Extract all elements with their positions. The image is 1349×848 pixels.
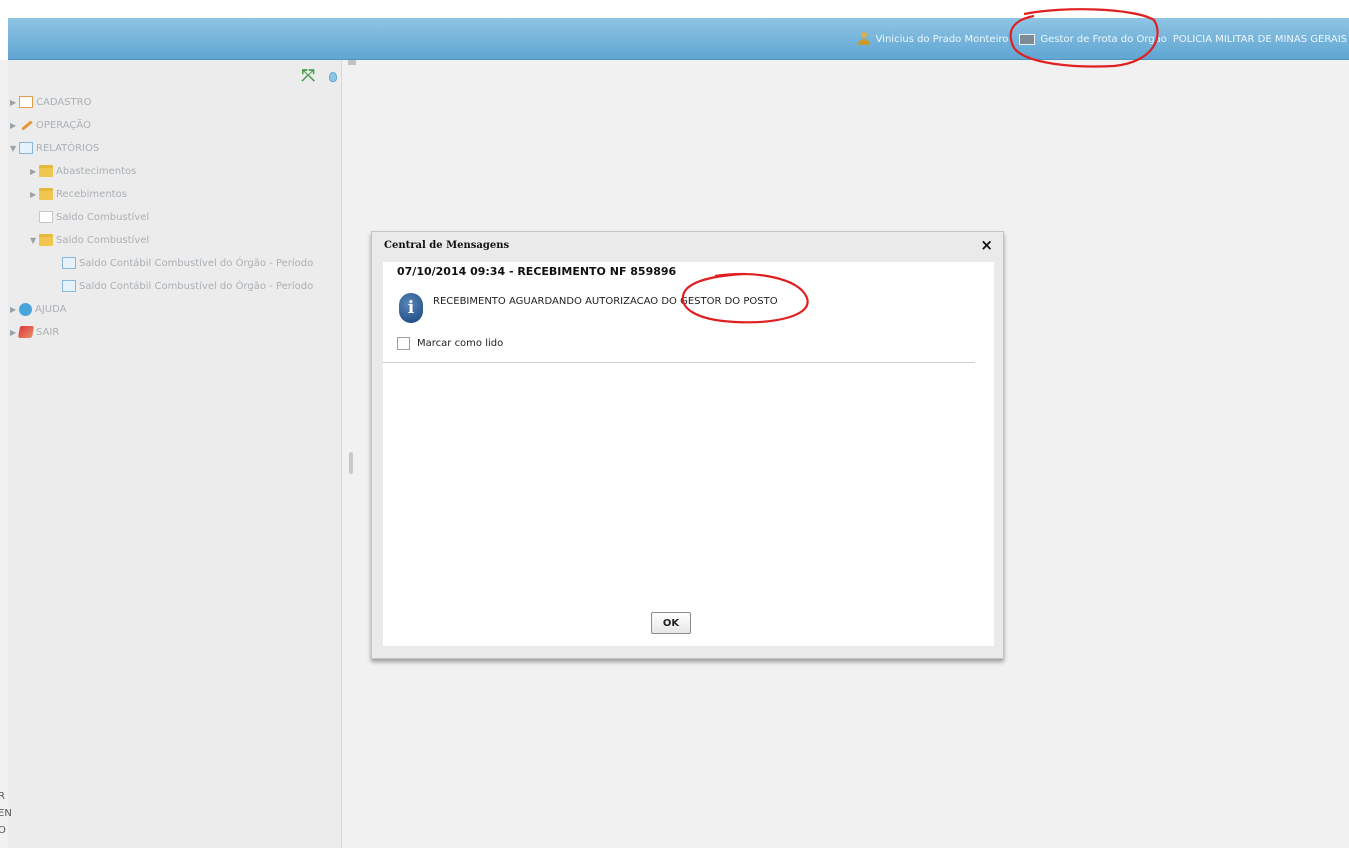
message-text: RECEBIMENTO AGUARDANDO AUTORIZACAO DO GE…	[433, 296, 778, 307]
report-icon	[62, 257, 76, 269]
tree-item-relatorios[interactable]: ▼ RELATÓRIOS	[10, 138, 99, 158]
tree-item-ajuda[interactable]: ▶ AJUDA	[10, 299, 66, 319]
checkbox-label[interactable]: Marcar como lido	[417, 338, 503, 349]
expand-collapse-icon[interactable]: ⤧	[301, 68, 315, 85]
tree-item-label: CADASTRO	[36, 96, 92, 108]
message-header: 07/10/2014 09:34 - RECEBIMENTO NF 859896	[397, 265, 677, 278]
divider	[383, 362, 975, 363]
panel-splitter[interactable]	[348, 60, 356, 848]
document-icon	[19, 96, 33, 108]
top-header-bar: Vinicius do Prado Monteiro Gestor de Fro…	[8, 18, 1349, 60]
tree-item-label: Abastecimentos	[56, 165, 137, 177]
tree-item-label: Saldo Combustível	[56, 234, 150, 246]
expand-arrow-icon[interactable]: ▶	[10, 121, 19, 130]
folder-icon	[39, 165, 53, 177]
exit-icon	[17, 326, 35, 338]
tree-item-cadastro[interactable]: ▶ CADASTRO	[10, 92, 91, 112]
info-icon: i	[399, 293, 423, 323]
expand-arrow-icon[interactable]: ▶	[10, 98, 19, 107]
tree-item-saldo-combustivel-folder[interactable]: ▼ Saldo Combustível	[30, 230, 149, 250]
clipped-edge-text: R EN O	[0, 788, 12, 839]
tree-item-label: SAIR	[36, 326, 60, 338]
clipped-text-line: O	[0, 825, 6, 836]
close-icon[interactable]: ×	[980, 236, 993, 254]
user-icon	[857, 32, 871, 46]
report-icon	[62, 280, 76, 292]
collapse-arrow-icon[interactable]: ▼	[30, 236, 39, 245]
tree-item-abastecimentos[interactable]: ▶ Abastecimentos	[30, 161, 136, 181]
collapse-arrow-icon[interactable]: ▼	[10, 144, 19, 153]
clipped-text-line: EN	[0, 808, 12, 819]
tree-item-saldo-contabil-2[interactable]: Saldo Contábil Combustível do Órgão - Pe…	[62, 276, 313, 296]
tree-item-label: OPERAÇÃO	[36, 119, 91, 131]
splitter-grip[interactable]	[349, 452, 353, 474]
ok-button[interactable]: OK	[651, 612, 691, 634]
user-info-area: Vinicius do Prado Monteiro Gestor de Fro…	[857, 18, 1349, 60]
tree-item-label: Recebimentos	[56, 188, 127, 200]
mark-as-read-checkbox[interactable]: Marcar como lido	[397, 337, 503, 350]
pin-icon[interactable]	[329, 71, 337, 82]
tree-item-label: Saldo Contábil Combustível do Órgão - Pe…	[79, 257, 314, 269]
tree-item-label: AJUDA	[35, 303, 67, 315]
document-icon	[39, 211, 53, 223]
splitter-top-handle[interactable]	[348, 60, 356, 65]
tree-item-saldo-contabil-1[interactable]: Saldo Contábil Combustível do Órgão - Pe…	[62, 253, 313, 273]
wrench-icon	[19, 119, 33, 131]
user-role[interactable]: Gestor de Frota do Orgão	[1040, 34, 1166, 45]
tree-item-label: Saldo Combustível	[56, 211, 150, 223]
checkbox-box[interactable]	[397, 337, 410, 350]
tree-item-sair[interactable]: ▶ SAIR	[10, 322, 59, 342]
expand-arrow-icon[interactable]: ▶	[30, 167, 39, 176]
tree-item-label: Saldo Contábil Combustível do Órgão - Pe…	[79, 280, 314, 292]
expand-arrow-icon[interactable]: ▶	[30, 190, 39, 199]
help-icon	[19, 302, 32, 316]
tree-item-operacao[interactable]: ▶ OPERAÇÃO	[10, 115, 91, 135]
user-name[interactable]: Vinicius do Prado Monteiro	[876, 34, 1009, 45]
tree-item-recebimentos[interactable]: ▶ Recebimentos	[30, 184, 127, 204]
dialog-title: Central de Mensagens	[384, 240, 510, 251]
organization-name: POLICIA MILITAR DE MINAS GERAIS	[1172, 33, 1347, 45]
tree-item-saldo-combustivel-doc[interactable]: Saldo Combustível	[39, 207, 149, 227]
profile-card-icon	[1019, 33, 1036, 45]
folder-icon	[39, 234, 53, 246]
report-icon	[19, 142, 33, 154]
clipped-text-line: R	[0, 791, 5, 802]
expand-arrow-icon[interactable]: ▶	[10, 305, 19, 314]
folder-icon	[39, 188, 53, 200]
message-center-dialog: Central de Mensagens × 07/10/2014 09:34 …	[371, 231, 1004, 659]
sidebar-toolbar: ⤧	[301, 68, 337, 85]
tree-item-label: RELATÓRIOS	[36, 142, 100, 154]
dialog-body: 07/10/2014 09:34 - RECEBIMENTO NF 859896…	[383, 262, 994, 646]
